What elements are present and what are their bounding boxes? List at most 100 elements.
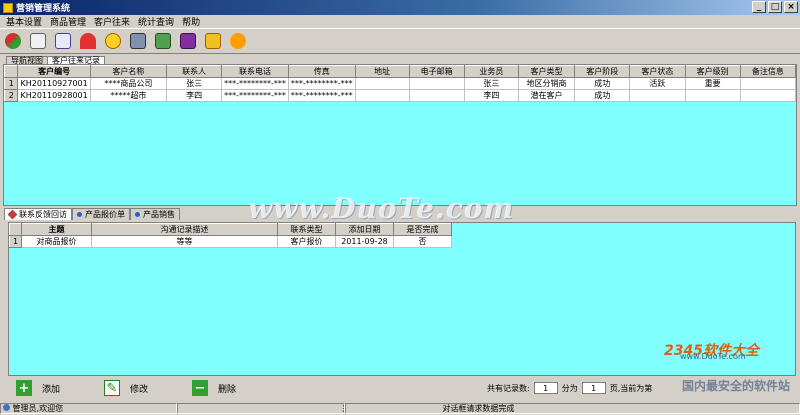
- table-row[interactable]: 2 KH20110928001 *****超市 李四 ***-********-…: [4, 89, 796, 102]
- column-header[interactable]: 传真: [287, 65, 356, 78]
- tab-label: 产品报价单: [85, 209, 125, 219]
- cell-notes[interactable]: [739, 77, 796, 90]
- column-header[interactable]: 客户状态: [629, 65, 686, 78]
- cell-phone[interactable]: ***-********-***: [221, 89, 289, 102]
- contact-table: 主题 沟通记录描述 联系类型 添加日期 是否完成 1 对商品报价 等等 客户报价…: [9, 223, 452, 248]
- cell-date-added[interactable]: 2011-09-28: [335, 235, 394, 248]
- column-header[interactable]: 客户类型: [517, 65, 576, 78]
- umbrella-icon[interactable]: [77, 30, 99, 52]
- add-button[interactable]: + 添加: [16, 380, 60, 396]
- edit-button[interactable]: ✎ 修改: [104, 380, 148, 396]
- cell-fax[interactable]: ***-********-***: [287, 89, 356, 102]
- cell-description[interactable]: 等等: [91, 235, 278, 248]
- column-header[interactable]: 沟通记录描述: [91, 223, 278, 236]
- menu-help[interactable]: 帮助: [178, 15, 204, 28]
- pen-icon: [7, 209, 18, 219]
- column-header[interactable]: 地址: [354, 65, 410, 78]
- close-button[interactable]: ×: [784, 1, 798, 13]
- cell-customer-type[interactable]: 潜在客户: [517, 89, 576, 102]
- menu-statistics-query[interactable]: 统计查询: [134, 15, 178, 28]
- column-header[interactable]: 客户阶段: [574, 65, 631, 78]
- cell-completed[interactable]: 否: [393, 235, 452, 248]
- cell-customer-id[interactable]: KH20110928001: [17, 89, 91, 102]
- column-header[interactable]: 业务员: [463, 65, 519, 78]
- cell-address[interactable]: [354, 89, 410, 102]
- cell-customer-name[interactable]: *****超市: [89, 89, 168, 102]
- customer-grid[interactable]: 客户编号 客户名称 联系人 联系电话 传真 地址 电子邮箱 业务员 客户类型 客…: [3, 64, 797, 206]
- row-header-corner: [9, 223, 22, 236]
- cell-email[interactable]: [408, 77, 465, 90]
- column-header[interactable]: 添加日期: [335, 223, 394, 236]
- column-header[interactable]: 是否完成: [393, 223, 452, 236]
- cell-phone[interactable]: ***-********-***: [221, 77, 289, 90]
- tab-product-sales[interactable]: 产品销售: [130, 207, 180, 220]
- table-row[interactable]: 1 KH20110927001 ****商品公司 张三 ***-********…: [4, 77, 796, 90]
- maximize-button[interactable]: □: [768, 1, 782, 13]
- delete-label: 删除: [218, 384, 237, 395]
- row-number: 2: [4, 89, 19, 102]
- app-icon: [3, 2, 13, 13]
- current-page-label: 页,当前为第: [609, 383, 653, 393]
- book-icon[interactable]: [177, 30, 199, 52]
- detail-tab-strip: 联系反馈回访 产品报价单 产品销售: [0, 207, 800, 220]
- gift-icon[interactable]: [202, 30, 224, 52]
- cell-customer-type[interactable]: 地区分销商: [517, 77, 576, 90]
- cell-customer-status[interactable]: [629, 89, 686, 102]
- runner-icon[interactable]: [227, 30, 249, 52]
- column-header[interactable]: 联系人: [166, 65, 223, 78]
- page-count-field: 1: [581, 382, 606, 394]
- documents-icon[interactable]: [27, 30, 49, 52]
- cell-fax[interactable]: ***-********-***: [287, 77, 356, 90]
- tab-contact-feedback[interactable]: 联系反馈回访: [4, 207, 72, 220]
- alarm-clock-icon[interactable]: [102, 30, 124, 52]
- bullet-icon: [77, 211, 82, 217]
- column-header[interactable]: 客户编号: [17, 65, 91, 78]
- menu-product-management[interactable]: 商品管理: [46, 15, 90, 28]
- edit-list-icon[interactable]: [52, 30, 74, 52]
- column-header[interactable]: 联系类型: [277, 223, 336, 236]
- notebook-icon[interactable]: [152, 30, 174, 52]
- cell-contact[interactable]: 张三: [166, 77, 223, 90]
- monitor-icon[interactable]: [127, 30, 149, 52]
- cell-customer-name[interactable]: ****商品公司: [89, 77, 168, 90]
- menu-bar: 基本设置 商品管理 客户往来 统计查询 帮助: [0, 15, 800, 28]
- brand-url-watermark: www.DuoTe.com: [680, 352, 746, 361]
- cell-customer-level[interactable]: [684, 89, 741, 102]
- cell-address[interactable]: [354, 77, 410, 90]
- cell-contact-type[interactable]: 客户报价: [277, 235, 336, 248]
- cell-customer-id[interactable]: KH20110927001: [17, 77, 91, 90]
- cell-customer-status[interactable]: 活跃: [629, 77, 686, 90]
- menu-basic-settings[interactable]: 基本设置: [2, 15, 46, 28]
- column-header[interactable]: 客户级别: [684, 65, 741, 78]
- customers-icon[interactable]: [2, 30, 24, 52]
- cell-customer-stage[interactable]: 成功: [574, 89, 631, 102]
- table-row[interactable]: 1 对商品报价 等等 客户报价 2011-09-28 否: [9, 235, 452, 248]
- cell-contact[interactable]: 李四: [166, 89, 223, 102]
- delete-button[interactable]: − 删除: [192, 380, 236, 396]
- minus-icon: −: [192, 380, 208, 396]
- customer-table: 客户编号 客户名称 联系人 联系电话 传真 地址 电子邮箱 业务员 客户类型 客…: [4, 65, 796, 102]
- cell-notes[interactable]: [739, 89, 796, 102]
- minimize-button[interactable]: _: [752, 1, 766, 13]
- cell-customer-stage[interactable]: 成功: [574, 77, 631, 90]
- status-message: 对话框请求数据完成: [345, 403, 800, 414]
- status-bar: 管理员,欢迎您 兴华软件 对话框请求数据完成: [0, 403, 800, 415]
- cell-customer-level[interactable]: 重要: [684, 77, 741, 90]
- row-header-corner: [4, 65, 19, 78]
- total-count-field: 1: [533, 382, 558, 394]
- column-header[interactable]: 联系电话: [221, 65, 289, 78]
- column-header[interactable]: 电子邮箱: [408, 65, 465, 78]
- column-header[interactable]: 主题: [21, 223, 92, 236]
- user-icon: [3, 404, 10, 411]
- cell-salesperson[interactable]: 李四: [463, 89, 519, 102]
- tab-product-quote[interactable]: 产品报价单: [72, 207, 130, 220]
- cell-subject[interactable]: 对商品报价: [21, 235, 92, 248]
- cell-email[interactable]: [408, 89, 465, 102]
- tab-label: 联系反馈回访: [19, 209, 67, 219]
- slogan-watermark: 国内最安全的软件站: [682, 379, 791, 393]
- cell-salesperson[interactable]: 张三: [463, 77, 519, 90]
- status-user-text: 管理员,欢迎您: [12, 404, 64, 413]
- column-header[interactable]: 备注信息: [739, 65, 796, 78]
- column-header[interactable]: 客户名称: [89, 65, 168, 78]
- menu-customer-contacts[interactable]: 客户往来: [90, 15, 134, 28]
